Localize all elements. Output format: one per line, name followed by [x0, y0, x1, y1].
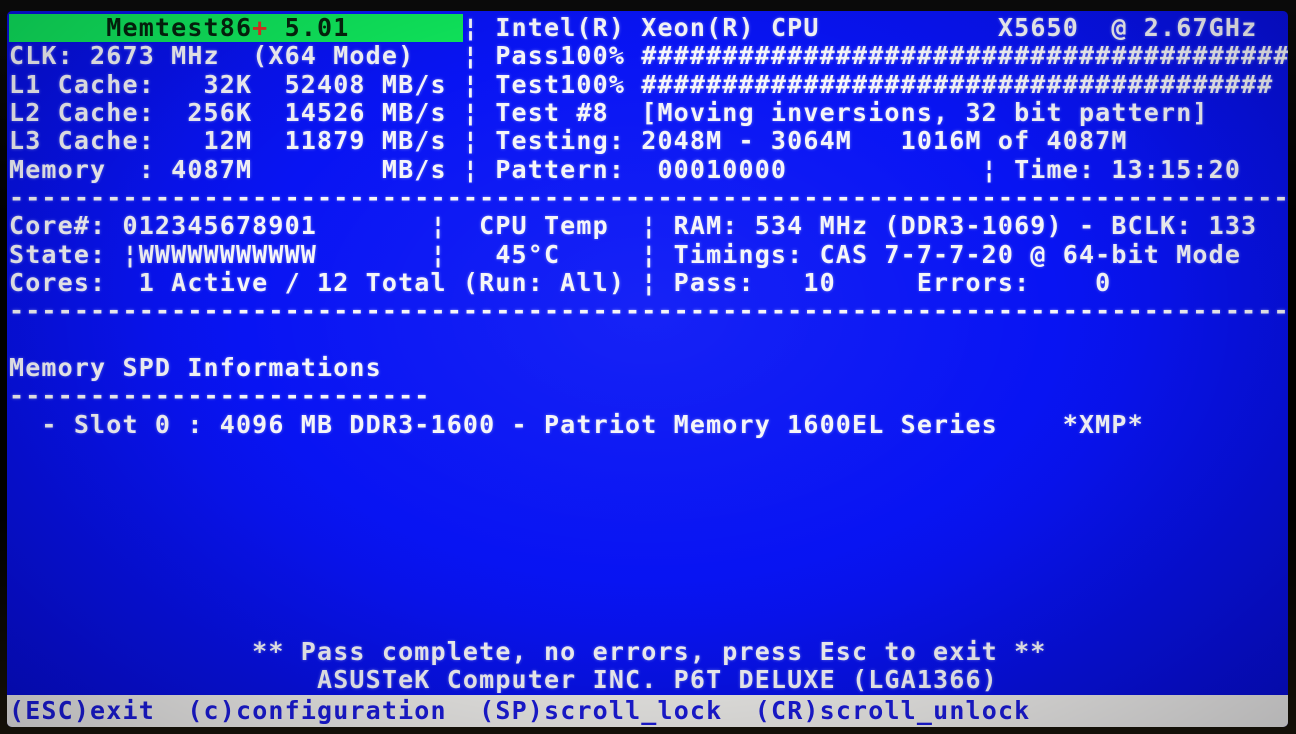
l2-testname-line: L2 Cache: 256K 14526 MB/s ¦ Test #8 [Mov…: [9, 99, 1209, 128]
pass-complete-text: ** Pass complete, no errors, press Esc t…: [9, 637, 1047, 666]
memory-pattern-time-line: Memory : 4087M MB/s ¦ Pattern: 00010000 …: [9, 155, 1242, 184]
memtest-version: 5.01: [268, 14, 463, 42]
monitor-bezel: Memtest86+ 5.01 ¦ Intel(R) Xeon(R) CPU X…: [0, 0, 1296, 734]
memtest-title-plus: +: [252, 14, 269, 42]
terminal-grid: Memtest86+ 5.01 ¦ Intel(R) Xeon(R) CPU X…: [9, 14, 1288, 694]
memory-and-pattern-time: Memory : 4087M MB/s ¦ Pattern: 00010000 …: [9, 156, 1288, 184]
blank-row: [9, 581, 1288, 609]
core-temp-ram-line: Core#: 012345678901 ¦ CPU Temp ¦ RAM: 53…: [9, 212, 1258, 241]
separator-line: ----------------------------------------…: [9, 297, 1288, 325]
l1-cache-and-test-progress: L1 Cache: 32K 52408 MB/s ¦ Test100% ####…: [9, 71, 1288, 99]
motherboard-info: ASUSTeK Computer INC. P6T DELUXE (LGA136…: [9, 666, 1288, 694]
blank-row: [9, 524, 1288, 552]
blank-row: [9, 468, 1288, 496]
key-hint-cr-scroll-unlock[interactable]: (CR)scroll_unlock: [755, 696, 1031, 725]
clk-pass-line: CLK: 2673 MHz (X64 Mode) ¦ Pass100% ####…: [9, 42, 1288, 71]
clk-and-pass-progress: CLK: 2673 MHz (X64 Mode) ¦ Pass100% ####…: [9, 42, 1288, 70]
spd-slot0: - Slot 0 : 4096 MB DDR3-1600 - Patriot M…: [9, 411, 1288, 439]
l3-testing-line: L3 Cache: 12M 11879 MB/s ¦ Testing: 2048…: [9, 127, 1128, 156]
l2-cache-and-test-name: L2 Cache: 256K 14526 MB/s ¦ Test #8 [Mov…: [9, 99, 1288, 127]
key-hint-c-configuration[interactable]: (c)configuration: [187, 696, 446, 725]
blank-row: [9, 326, 1288, 354]
cores-pass-errors-line: Cores: 1 Active / 12 Total (Run: All) ¦ …: [9, 269, 1112, 298]
blank-row: [9, 496, 1288, 524]
dashed-separator: ----------------------------------------…: [9, 297, 1288, 326]
dashed-separator: ----------------------------------------…: [9, 184, 1288, 213]
header-row: Memtest86+ 5.01 ¦ Intel(R) Xeon(R) CPU X…: [9, 14, 1288, 42]
dashed-underline: --------------------------: [9, 382, 431, 411]
cpu-model: ¦ Intel(R) Xeon(R) CPU X5650 @ 2.67GHz: [462, 14, 1258, 42]
pass-complete-message: ** Pass complete, no errors, press Esc t…: [9, 638, 1288, 666]
spd-underline: --------------------------: [9, 382, 1288, 410]
core-state-temp-timings: State: ¦WWWWWWWWWWW ¦ 45°C ¦ Timings: CA…: [9, 241, 1288, 269]
blank-row: [9, 609, 1288, 637]
cores-active-pass-errors: Cores: 1 Active / 12 Total (Run: All) ¦ …: [9, 269, 1288, 297]
state-temp-timings-line: State: ¦WWWWWWWWWWW ¦ 45°C ¦ Timings: CA…: [9, 240, 1242, 269]
status-bar: (ESC)exit (c)configuration (SP)scroll_lo…: [7, 695, 1288, 727]
l1-test-line: L1 Cache: 32K 52408 MB/s ¦ Test100% ####…: [9, 70, 1274, 99]
l3-cache-and-testing-range: L3 Cache: 12M 11879 MB/s ¦ Testing: 2048…: [9, 127, 1288, 155]
separator-line: ----------------------------------------…: [9, 184, 1288, 212]
blank-row: [9, 439, 1288, 467]
core-map-cpu-temp-ram: Core#: 012345678901 ¦ CPU Temp ¦ RAM: 53…: [9, 212, 1288, 240]
spd-heading-text: Memory SPD Informations: [9, 354, 382, 383]
memtest-title: Memtest86: [9, 14, 253, 42]
memtest-screen: Memtest86+ 5.01 ¦ Intel(R) Xeon(R) CPU X…: [7, 11, 1288, 727]
blank-row: [9, 553, 1288, 581]
key-hint-esc-exit[interactable]: (ESC)exit: [9, 696, 155, 725]
slot0-info: - Slot 0 : 4096 MB DDR3-1600 - Patriot M…: [9, 410, 1144, 439]
motherboard-text: ASUSTeK Computer INC. P6T DELUXE (LGA136…: [9, 665, 998, 694]
key-hint-sp-scroll-lock[interactable]: (SP)scroll_lock: [479, 696, 722, 725]
spd-heading: Memory SPD Informations: [9, 354, 1288, 382]
